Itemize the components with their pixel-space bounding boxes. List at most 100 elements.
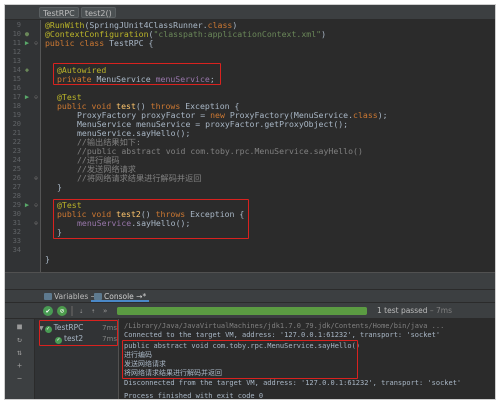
run-test2-icon[interactable]: ▶	[23, 201, 31, 210]
sort-alpha-icon[interactable]: ⇣	[79, 307, 83, 315]
line-number: 16	[12, 84, 21, 92]
breadcrumb-method[interactable]: test2()	[81, 7, 116, 18]
tree-item-label: test2	[64, 334, 84, 343]
breadcrumb: TestRPC test2()	[5, 5, 495, 20]
pin-icon: →*	[136, 292, 147, 301]
test-tree: ▼ ✓ TestRPC 7ms ✓ test2 7ms	[35, 319, 119, 399]
line-number: 17	[12, 93, 21, 101]
line-number: 27	[12, 183, 21, 191]
pass-icon: ✓	[44, 326, 52, 333]
line-number: 34	[12, 246, 21, 254]
code-text: }	[57, 227, 62, 237]
code-text: )	[321, 29, 326, 39]
spring-bean-icon[interactable]: ●	[23, 30, 31, 39]
keyword: private	[57, 74, 97, 84]
fold-icon[interactable]: ⊕	[32, 174, 40, 183]
ignored-filter-icon[interactable]: ⊘	[57, 306, 67, 316]
code-line: private MenuService menuService;	[57, 74, 495, 84]
line-number: 15	[12, 75, 21, 83]
console-icon	[94, 293, 102, 300]
run-test-icon[interactable]: ▶	[23, 93, 31, 102]
run-class-icon[interactable]: ▶	[23, 39, 31, 48]
line-number: 12	[12, 48, 21, 56]
test-run-bar: ✔ ⊘ ⇣ ⇡ » 1 test passed – 7ms	[5, 303, 495, 319]
sort-icon[interactable]: ⇅	[14, 348, 25, 357]
stop-icon[interactable]: ■	[14, 322, 25, 331]
sort-duration-icon[interactable]: ⇡	[91, 307, 95, 315]
console-line: Disconnected from the target VM, address…	[124, 379, 462, 387]
console-line: 将网络请求结果进行解码并返回	[124, 369, 222, 377]
status-strip	[5, 272, 495, 290]
code-line: }	[57, 183, 495, 192]
line-number: 23	[12, 147, 21, 155]
line-number: 29	[12, 201, 21, 209]
console-line: public abstract void com.toby.rpc.MenuSe…	[124, 342, 361, 350]
code-text: Exception {	[190, 209, 245, 219]
collapse-icon[interactable]: −	[14, 374, 25, 383]
line-number: 10	[12, 30, 21, 38]
test-progress-bar	[117, 307, 367, 315]
console-line: /Library/Java/JavaVirtualMachines/jdk1.7…	[124, 322, 445, 330]
console-line: 发送网络请求	[124, 360, 166, 368]
code-line: //将网络请求结果进行解码并返回	[77, 173, 495, 183]
breadcrumb-class[interactable]: TestRPC	[39, 7, 79, 18]
fold-icon[interactable]: ⊖	[32, 93, 40, 102]
line-number: 19	[12, 111, 21, 119]
chevron-down-icon[interactable]: ▼	[39, 325, 44, 332]
line-number: 33	[12, 237, 21, 245]
line-number: 25	[12, 165, 21, 173]
line-number: 31	[12, 219, 21, 227]
line-number: 26	[12, 174, 21, 182]
more-icon[interactable]: »	[103, 307, 107, 315]
code-text: );	[377, 110, 388, 120]
code-text: MenuService	[96, 74, 156, 84]
autowired-icon[interactable]: ◆	[23, 66, 31, 75]
rerun-icon[interactable]: ↻	[14, 335, 25, 344]
console-line: Process finished with exit code 0	[124, 392, 264, 400]
tab-variables-label: Variables	[54, 292, 89, 301]
test-progress-fill	[117, 307, 367, 315]
field-name: menuService	[155, 74, 210, 84]
line-number: 14	[12, 66, 21, 74]
string-literal: "classpath:applicationContext.xml"	[153, 29, 322, 39]
tree-item-time: 7ms	[102, 335, 117, 343]
code-line: menuService.sayHello();	[77, 218, 495, 228]
fold-icon[interactable]: ⊖	[32, 39, 40, 48]
passed-filter-icon[interactable]: ✔	[43, 306, 53, 316]
code-line: //public abstract void com.toby.rpc.Menu…	[77, 147, 495, 156]
code-line: }	[45, 255, 495, 264]
tab-console[interactable]: Console →*	[91, 291, 150, 302]
comment: //将网络请求结果进行解码并返回	[77, 173, 202, 183]
code-text: TestRPC {	[109, 38, 154, 48]
keyword: class	[353, 110, 378, 120]
line-number: 32	[12, 228, 21, 236]
variables-icon	[44, 293, 52, 300]
console-output[interactable]: /Library/Java/JavaVirtualMachines/jdk1.7…	[119, 319, 495, 400]
expand-icon[interactable]: +	[14, 361, 25, 370]
fold-icon[interactable]: ⊕	[32, 219, 40, 228]
ide-window: TestRPC test2() 9 10 11 12 13 14 15 16 1…	[4, 4, 496, 400]
keyword: public class	[45, 38, 110, 48]
console-line: 进行编码	[124, 351, 152, 359]
tree-item-test2[interactable]: ✓ test2 7ms	[35, 334, 119, 344]
tests-passed-status: 1 test passed – 7ms	[377, 306, 452, 316]
fold-icon[interactable]: ⊖	[32, 201, 40, 210]
line-number: 11	[12, 39, 21, 47]
tree-item-testrpc[interactable]: ▼ ✓ TestRPC 7ms	[35, 323, 119, 333]
code-editor[interactable]: @RunWith(SpringJUnit4ClassRunner.class) …	[41, 20, 495, 272]
code-text: .sayHello();	[131, 218, 191, 228]
line-number: 20	[12, 120, 21, 128]
line-number: 9	[16, 21, 21, 29]
code-text: }	[45, 254, 50, 264]
tests-passed-label: 1 test passed	[377, 306, 428, 315]
line-number: 13	[12, 57, 21, 65]
toolbar-divider	[71, 306, 73, 316]
line-number: 28	[12, 192, 21, 200]
code-text: ;	[209, 74, 215, 84]
console-line: Connected to the target VM, address: '12…	[124, 331, 441, 339]
code-line: public class TestRPC {	[45, 39, 495, 48]
line-number: 22	[12, 138, 21, 146]
line-number: 21	[12, 129, 21, 137]
code-line: //进行编码	[77, 156, 495, 165]
line-number: 18	[12, 102, 21, 110]
